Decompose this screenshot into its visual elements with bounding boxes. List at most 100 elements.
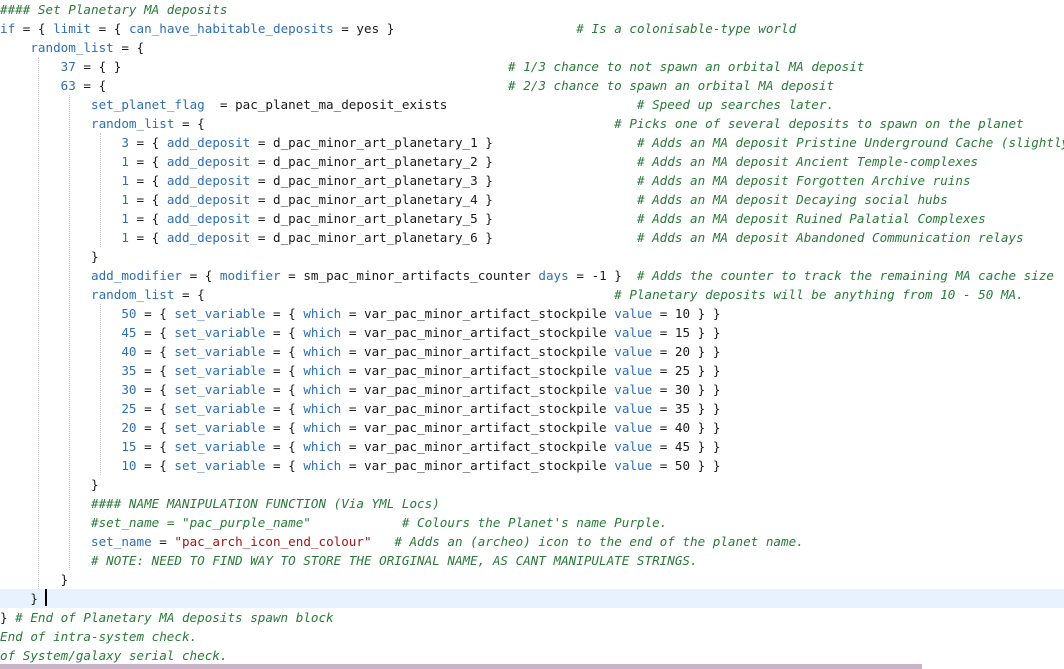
code-token: = { (136, 401, 175, 416)
code-line[interactable]: random_list = { (0, 38, 1064, 57)
code-token: 1 (121, 173, 129, 188)
code-line[interactable]: 37 = { } # 1/3 chance to not spawn an or… (0, 57, 1064, 76)
code-token: value (614, 382, 653, 397)
code-token: value (614, 458, 653, 473)
code-token: = { (136, 439, 175, 454)
code-token: # Adds the counter to track the remainin… (636, 268, 1054, 283)
code-line[interactable]: 35 = { set_variable = { which = var_pac_… (0, 361, 1064, 380)
code-editor[interactable]: #### Set Planetary MA deposits if = { lim… (0, 0, 1064, 669)
code-line[interactable]: 15 = { set_variable = { which = var_pac_… (0, 437, 1064, 456)
code-line[interactable]: random_list = { # Picks one of several d… (0, 114, 1064, 133)
code-token: 1 (121, 154, 129, 169)
code-token: = d_pac_minor_art_planetary_5 } (250, 211, 637, 226)
code-token: } (0, 477, 99, 492)
code-line[interactable]: 1 = { add_deposit = d_pac_minor_art_plan… (0, 228, 1064, 247)
code-line[interactable]: } (0, 475, 1064, 494)
code-token: = { (15, 21, 54, 36)
code-line[interactable]: 25 = { set_variable = { which = var_pac_… (0, 399, 1064, 418)
code-token: 1 (121, 192, 129, 207)
code-token: = { (75, 78, 509, 93)
code-token: # End of Planetary MA deposits spawn blo… (15, 610, 334, 625)
code-token: set_variable (174, 382, 266, 397)
code-line[interactable]: set_name = "pac_arch_icon_end_colour" # … (0, 532, 1064, 551)
code-token: } (0, 249, 99, 264)
code-token: 40 (121, 344, 137, 359)
code-line[interactable]: 1 = { add_deposit = d_pac_minor_art_plan… (0, 209, 1064, 228)
code-token: 37 (60, 59, 76, 74)
code-token: limit (53, 21, 92, 36)
code-token: modifier (219, 268, 281, 283)
code-token: # 1/3 chance to not spawn an orbital MA … (508, 59, 865, 74)
code-token: value (614, 325, 653, 340)
code-token: = d_pac_minor_art_planetary_1 } (250, 135, 637, 150)
code-line[interactable]: #set_name = "pac_purple_name" # Colours … (0, 513, 1064, 532)
code-token: value (614, 439, 653, 454)
code-token: = sm_pac_minor_artifacts_counter (280, 268, 539, 283)
code-token: } (0, 591, 38, 606)
code-token: set_variable (174, 420, 266, 435)
code-line[interactable]: 1 = { add_deposit = d_pac_minor_art_plan… (0, 152, 1064, 171)
code-token: which (303, 382, 342, 397)
code-line[interactable]: add_modifier = { modifier = sm_pac_minor… (0, 266, 1064, 285)
code-token: # Speed up searches later. (636, 97, 835, 112)
code-token: = 20 } } (652, 344, 721, 359)
code-line[interactable]: End of intra-system check. (0, 627, 1064, 646)
indent-guide (38, 57, 39, 589)
code-line[interactable]: #### Set Planetary MA deposits (0, 0, 1064, 19)
code-line[interactable]: 30 = { set_variable = { which = var_pac_… (0, 380, 1064, 399)
code-token: set_variable (174, 458, 266, 473)
code-token: = 30 } } (652, 382, 721, 397)
code-token: which (303, 458, 342, 473)
code-line[interactable]: } (0, 570, 1064, 589)
code-line[interactable]: 1 = { add_deposit = d_pac_minor_art_plan… (0, 190, 1064, 209)
code-token: add_modifier (91, 268, 182, 283)
code-token: = { (136, 420, 175, 435)
code-token: 1 (121, 211, 129, 226)
code-token: which (303, 344, 342, 359)
indent-guide (100, 133, 101, 247)
code-token: which (303, 439, 342, 454)
code-token: = { (265, 306, 304, 321)
code-line[interactable]: random_list = { # Planetary deposits wil… (0, 285, 1064, 304)
code-line[interactable]: 3 = { add_deposit = d_pac_minor_art_plan… (0, 133, 1064, 152)
code-line[interactable]: } (0, 589, 1064, 608)
code-line[interactable]: } # End of Planetary MA deposits spawn b… (0, 608, 1064, 627)
code-token: = { (265, 325, 304, 340)
code-token: = var_pac_minor_artifact_stockpile (341, 439, 615, 454)
code-line[interactable]: 50 = { set_variable = { which = var_pac_… (0, 304, 1064, 323)
code-token: 10 (121, 458, 137, 473)
code-line[interactable]: 1 = { add_deposit = d_pac_minor_art_plan… (0, 171, 1064, 190)
code-token: = { (265, 439, 304, 454)
code-token: value (614, 306, 653, 321)
code-line[interactable]: 45 = { set_variable = { which = var_pac_… (0, 323, 1064, 342)
code-token: days (538, 268, 569, 283)
code-line[interactable]: } (0, 247, 1064, 266)
code-line[interactable]: 40 = { set_variable = { which = var_pac_… (0, 342, 1064, 361)
code-line[interactable]: 20 = { set_variable = { which = var_pac_… (0, 418, 1064, 437)
code-line[interactable]: 63 = { # 2/3 chance to spawn an orbital … (0, 76, 1064, 95)
code-line[interactable]: if = { limit = { can_have_habitable_depo… (0, 19, 1064, 38)
code-token: # Adds an MA deposit Ruined Palatial Com… (636, 211, 986, 226)
code-token: add_deposit (166, 135, 251, 150)
code-line[interactable]: of System/galaxy serial check. (0, 646, 1064, 665)
horizontal-scrollbar[interactable] (0, 664, 922, 669)
code-token: = { (174, 287, 615, 302)
code-line[interactable]: 10 = { set_variable = { which = var_pac_… (0, 456, 1064, 475)
code-token: = { (182, 268, 220, 283)
code-line[interactable]: set_planet_flag = pac_planet_ma_deposit_… (0, 95, 1064, 114)
code-token: # Adds an MA deposit Ancient Temple-comp… (636, 154, 979, 169)
code-token: set_variable (174, 306, 266, 321)
code-line[interactable]: #### NAME MANIPULATION FUNCTION (Via YML… (0, 494, 1064, 513)
code-token: value (614, 363, 653, 378)
code-line[interactable]: # NOTE: NEED TO FIND WAY TO STORE THE OR… (0, 551, 1064, 570)
